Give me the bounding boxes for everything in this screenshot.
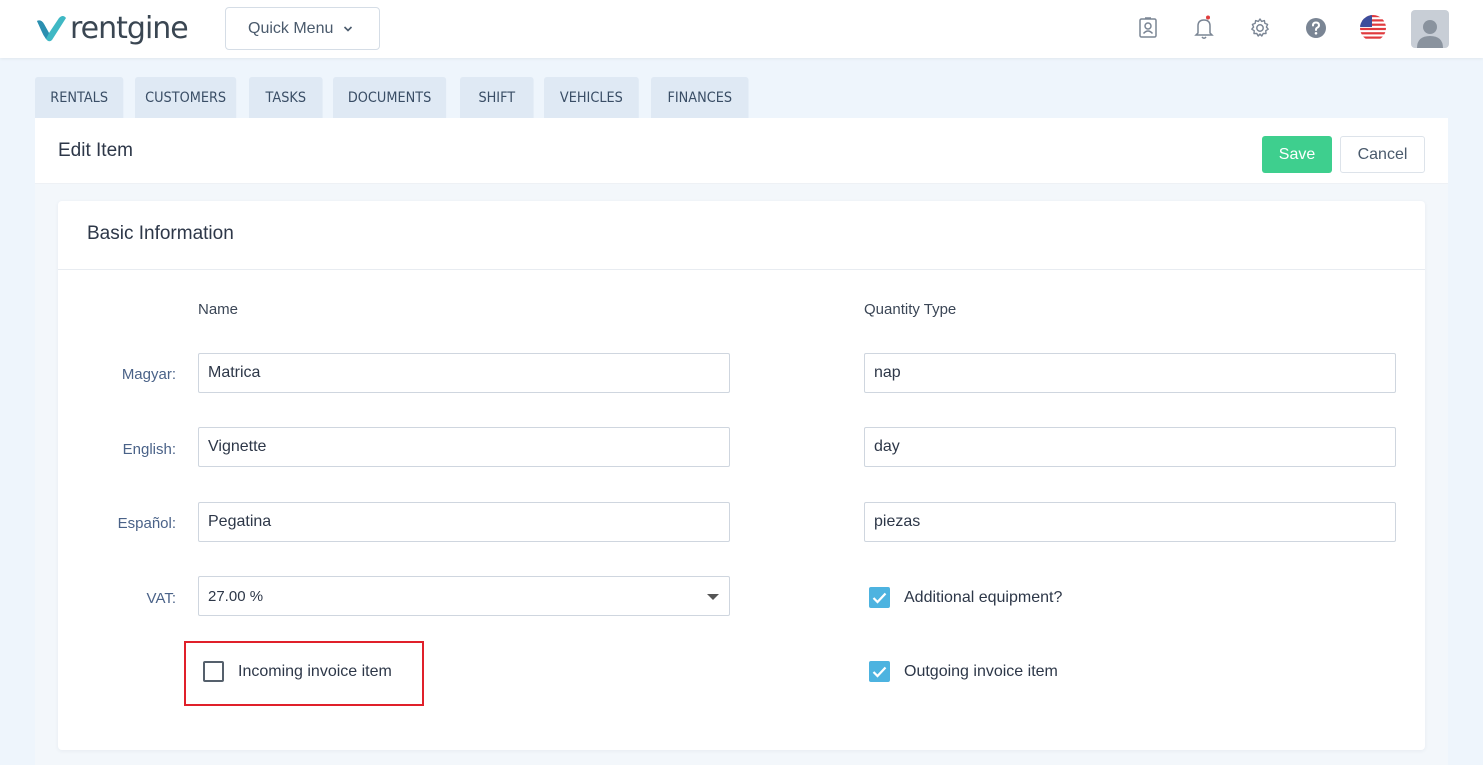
tab-label: RENTALS [50,89,109,106]
help-button[interactable] [1302,14,1330,42]
gear-icon [1251,18,1269,37]
quick-menu-label: Quick Menu [248,19,334,37]
bell-icon [1194,15,1214,39]
cancel-button[interactable]: Cancel [1340,136,1425,173]
top-bar: rentgine Quick Menu [0,0,1483,58]
checkbox-checked-icon [869,661,890,682]
quantity-input-espanol[interactable] [864,502,1396,542]
quick-menu-button[interactable]: Quick Menu [225,7,380,50]
main-tabs: RENTALS CUSTOMERS TASKS DOCUMENTS SHIFT … [35,77,761,118]
name-input-espanol[interactable] [198,502,730,542]
quantity-input-magyar[interactable] [864,353,1396,393]
tab-shift[interactable]: SHIFT [460,77,534,118]
settings-button[interactable] [1246,14,1274,42]
tab-label: SHIFT [478,89,516,106]
vat-selected-value: 27.00 % [208,587,264,605]
user-avatar[interactable] [1411,10,1449,48]
save-button[interactable]: Save [1262,136,1332,173]
notifications-button[interactable] [1190,14,1218,42]
tab-rentals[interactable]: RENTALS [35,77,124,118]
contacts-button[interactable] [1134,14,1162,42]
tab-label: TASKS [265,89,307,106]
name-input-english[interactable] [198,427,730,467]
tab-label: FINANCES [667,89,733,106]
quantity-input-english[interactable] [864,427,1396,467]
page-title: Edit Item [58,140,133,161]
tab-finances[interactable]: FINANCES [651,77,749,118]
divider [58,269,1425,270]
tab-label: VEHICLES [559,89,623,106]
tab-customers[interactable]: CUSTOMERS [135,77,237,118]
logo-text: rentgine [70,11,189,46]
name-input-magyar[interactable] [198,353,730,393]
name-column-header: Name [198,301,239,318]
vat-select[interactable]: 27.00 % [198,576,730,616]
checkbox-checked-icon [869,587,890,608]
logo-mark-icon [37,16,66,42]
outgoing-invoice-label: Outgoing invoice item [904,662,1058,680]
tab-label: CUSTOMERS [145,89,227,106]
tab-tasks[interactable]: TASKS [249,77,323,118]
tab-label: DOCUMENTS [347,89,432,106]
language-label-english: English: [122,441,176,458]
notification-dot [1206,15,1210,20]
us-flag-icon [1360,15,1386,41]
chevron-down-icon [344,25,353,32]
language-selector[interactable] [1358,14,1388,42]
vat-label: VAT: [146,590,176,607]
edit-header: Edit Item Save Cancel [35,118,1448,184]
additional-equipment-label: Additional equipment? [904,588,1063,606]
user-icon [1417,20,1443,48]
section-title: Basic Information [87,223,234,244]
tab-vehicles[interactable]: VEHICLES [544,77,639,118]
language-label-magyar: Magyar: [121,366,176,383]
highlight-box [184,641,424,706]
language-label-espanol: Español: [117,515,176,532]
app-logo[interactable]: rentgine [35,10,189,48]
tab-documents[interactable]: DOCUMENTS [333,77,447,118]
outgoing-invoice-checkbox[interactable]: Outgoing invoice item [869,661,1058,682]
quantity-type-column-header: Quantity Type [864,301,957,318]
help-icon [1306,18,1326,38]
caret-down-icon [707,594,719,600]
additional-equipment-checkbox[interactable]: Additional equipment? [869,587,1062,608]
contact-card-icon [1139,17,1157,38]
